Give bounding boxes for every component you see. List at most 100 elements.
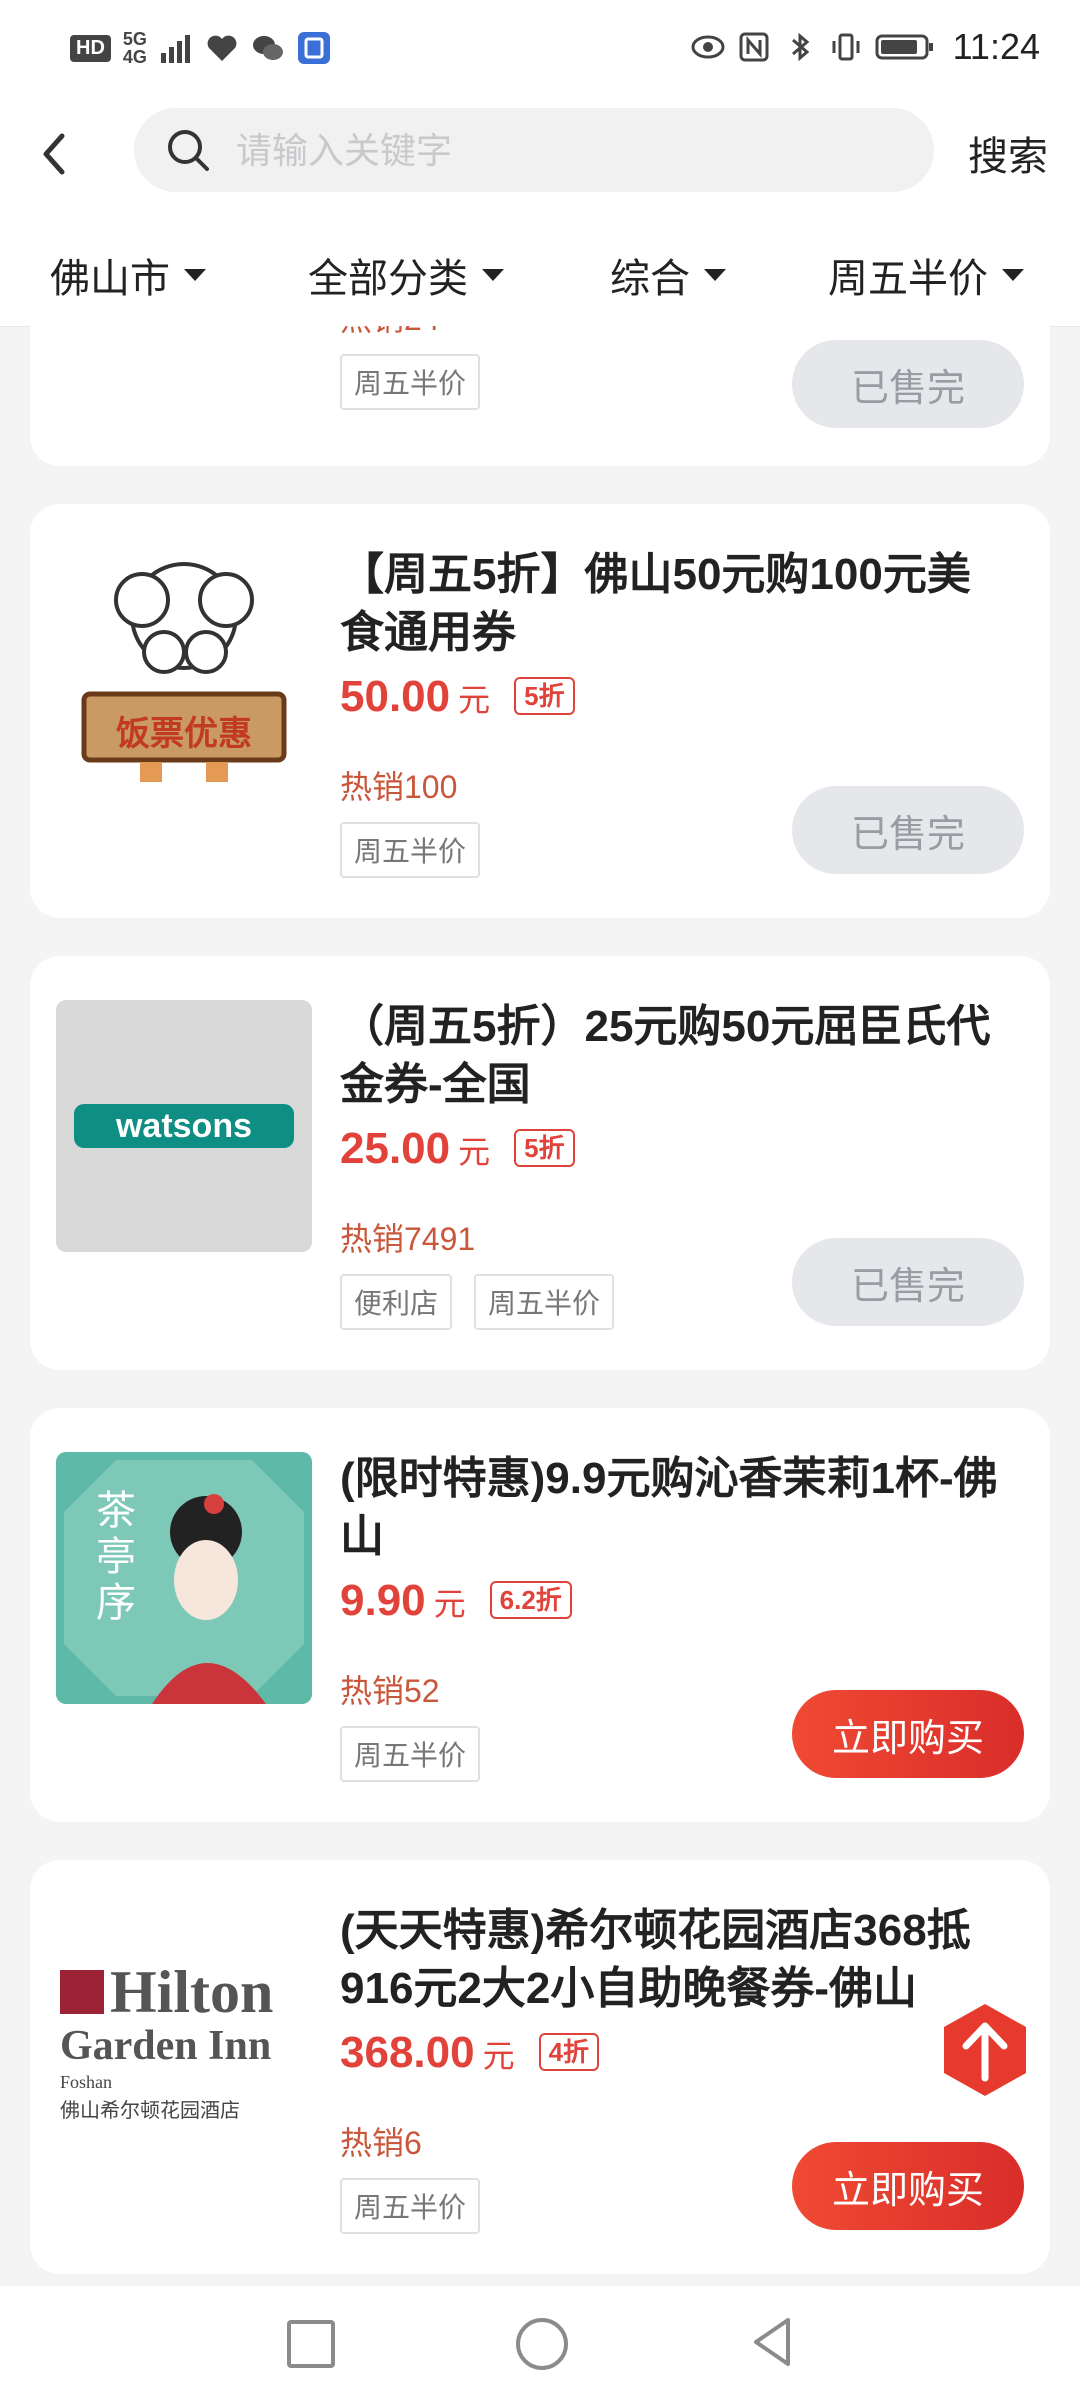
- price: 9.90: [340, 1576, 426, 1625]
- product-title: 【周五5折】佛山50元购100元美食通用券: [340, 550, 971, 657]
- hilton-emblem-icon: [60, 1970, 104, 2014]
- sold-out-button[interactable]: 已售完: [792, 786, 1024, 874]
- hilton-name: Hilton: [110, 1959, 274, 2025]
- search-icon: [168, 130, 209, 171]
- price-unit: 元: [458, 1134, 491, 1170]
- nfc-icon: [739, 32, 769, 62]
- product-card[interactable]: watsons （周五5折）25元购50元屈臣氏代金券-全国 25.00 元 5…: [30, 956, 1050, 1370]
- tag: 便利店: [340, 1274, 453, 1330]
- tag: 周五半价: [340, 2178, 481, 2234]
- hilton-subname: Garden Inn: [60, 2023, 272, 2069]
- search-button[interactable]: 搜索: [968, 124, 1048, 182]
- filter-bar: 佛山市 全部分类 综合 周五半价: [0, 216, 1080, 327]
- system-nav-bar: [0, 2286, 1080, 2400]
- tea-illustration: [64, 1460, 304, 1704]
- mascot-illustration: [81, 562, 287, 782]
- back-icon[interactable]: [748, 2316, 798, 2368]
- tag-list: 周五半价: [340, 1726, 481, 1782]
- thumbnail-text: 饭票优惠: [116, 715, 252, 753]
- tag-list: 周五半价: [340, 354, 481, 410]
- network-type: 5G: [122, 29, 147, 49]
- sold-out-button[interactable]: 已售完: [792, 340, 1024, 428]
- product-title: （周五5折）25元购50元屈臣氏代金券-全国: [340, 1002, 991, 1109]
- caret-down-icon: [482, 269, 504, 281]
- app-notification-icon: [297, 32, 330, 64]
- filter-category-label: 全部分类: [308, 257, 468, 301]
- sold-count: 热销100: [340, 769, 458, 805]
- caret-down-icon: [1002, 269, 1024, 281]
- price: 25.00: [340, 1124, 451, 1173]
- eye-icon: [691, 35, 725, 59]
- network-type-sub: 4G: [122, 47, 147, 67]
- sold-count: 热销7491: [340, 1221, 476, 1257]
- network-label: 5G 4G: [123, 30, 147, 66]
- product-card[interactable]: 茶亭序 (限时特惠)9.9元购沁香茉莉1杯-佛山 9.90 元 6.2折 热销5…: [30, 1408, 1050, 1822]
- caret-down-icon: [184, 269, 206, 281]
- product-list: 热销24 周五半价 已售完 饭票优惠 【周五5折】佛山50元购100元美食通用券…: [0, 326, 1080, 2286]
- search-input[interactable]: [234, 122, 898, 180]
- filter-promo-label: 周五半价: [828, 257, 988, 301]
- tag-list: 周五半价: [340, 822, 481, 878]
- price-row: 50.00 元 5折: [340, 672, 575, 722]
- tag-list: 便利店 周五半价: [340, 1274, 615, 1330]
- price-row: 9.90 元 6.2折: [340, 1576, 572, 1626]
- watsons-logo: watsons: [74, 1104, 294, 1148]
- product-thumbnail: 饭票优惠: [56, 544, 312, 796]
- tag-list: 周五半价: [340, 2178, 481, 2234]
- status-bar: HD 5G 4G 11:24: [0, 0, 1080, 104]
- sold-out-button[interactable]: 已售完: [792, 1238, 1024, 1326]
- buy-now-button[interactable]: 立即购买: [792, 2142, 1024, 2230]
- product-card[interactable]: Hilton Garden Inn Foshan 佛山希尔顿花园酒店 (天天特惠…: [30, 1860, 1050, 2274]
- back-arrow-icon[interactable]: [30, 124, 80, 184]
- back-to-top-icon[interactable]: [940, 2002, 1030, 2098]
- sold-count: 热销52: [340, 1673, 440, 1709]
- bluetooth-icon: [791, 32, 809, 62]
- hilton-chinese-name: 佛山希尔顿花园酒店: [60, 2100, 240, 2122]
- signal-icon: [160, 35, 190, 63]
- discount-badge: 6.2折: [489, 1581, 572, 1619]
- product-card[interactable]: 热销24 周五半价 已售完: [30, 326, 1050, 466]
- wechat-icon: [252, 36, 283, 60]
- sold-count: 热销6: [340, 2125, 422, 2161]
- tag: 周五半价: [340, 822, 481, 878]
- caret-down-icon: [704, 269, 726, 281]
- status-left: HD 5G 4G: [70, 30, 331, 66]
- filter-city[interactable]: 佛山市: [50, 246, 206, 304]
- product-title: (限时特惠)9.9元购沁香茉莉1杯-佛山: [340, 1454, 998, 1561]
- battery-icon: [875, 34, 933, 60]
- filter-promo[interactable]: 周五半价: [828, 246, 1024, 304]
- buy-now-button[interactable]: 立即购买: [792, 1690, 1024, 1778]
- discount-badge: 4折: [538, 2033, 600, 2071]
- price-row: 25.00 元 5折: [340, 1124, 575, 1174]
- price-unit: 元: [433, 1586, 466, 1622]
- product-card[interactable]: 饭票优惠 【周五5折】佛山50元购100元美食通用券 50.00 元 5折 热销…: [30, 504, 1050, 918]
- filter-city-label: 佛山市: [50, 257, 170, 301]
- filter-category[interactable]: 全部分类: [308, 246, 504, 304]
- vibrate-icon: [832, 33, 860, 61]
- price-unit: 元: [458, 682, 491, 718]
- filter-sort[interactable]: 综合: [610, 246, 726, 304]
- product-thumbnail: 茶亭序: [56, 1452, 312, 1704]
- tag: 周五半价: [340, 1726, 481, 1782]
- price-row: 368.00 元 4折: [340, 2028, 600, 2078]
- tag: 周五半价: [340, 354, 481, 410]
- product-thumbnail: watsons: [56, 1000, 312, 1252]
- recent-apps-icon[interactable]: [287, 2320, 335, 2368]
- home-icon[interactable]: [516, 2318, 568, 2370]
- product-thumbnail: Hilton Garden Inn Foshan 佛山希尔顿花园酒店: [56, 1904, 312, 2156]
- hd-badge: HD: [70, 34, 111, 62]
- search-bar[interactable]: [134, 108, 934, 192]
- hilton-logo: Hilton: [60, 1962, 273, 2022]
- health-heart-icon: [207, 35, 237, 61]
- discount-badge: 5折: [514, 1129, 575, 1167]
- price: 368.00: [340, 2028, 475, 2077]
- discount-badge: 5折: [514, 677, 575, 715]
- clock-time: 11:24: [952, 26, 1040, 67]
- search-header: 搜索: [0, 104, 1080, 216]
- sold-count: 热销24: [340, 326, 440, 340]
- tea-brand-text: 茶亭序: [96, 1489, 136, 1625]
- filter-sort-label: 综合: [610, 257, 690, 301]
- tag: 周五半价: [474, 1274, 615, 1330]
- product-title: (天天特惠)希尔顿花园酒店368抵916元2大2小自助晚餐券-佛山: [340, 1906, 971, 2013]
- status-right: 11:24: [691, 26, 1040, 68]
